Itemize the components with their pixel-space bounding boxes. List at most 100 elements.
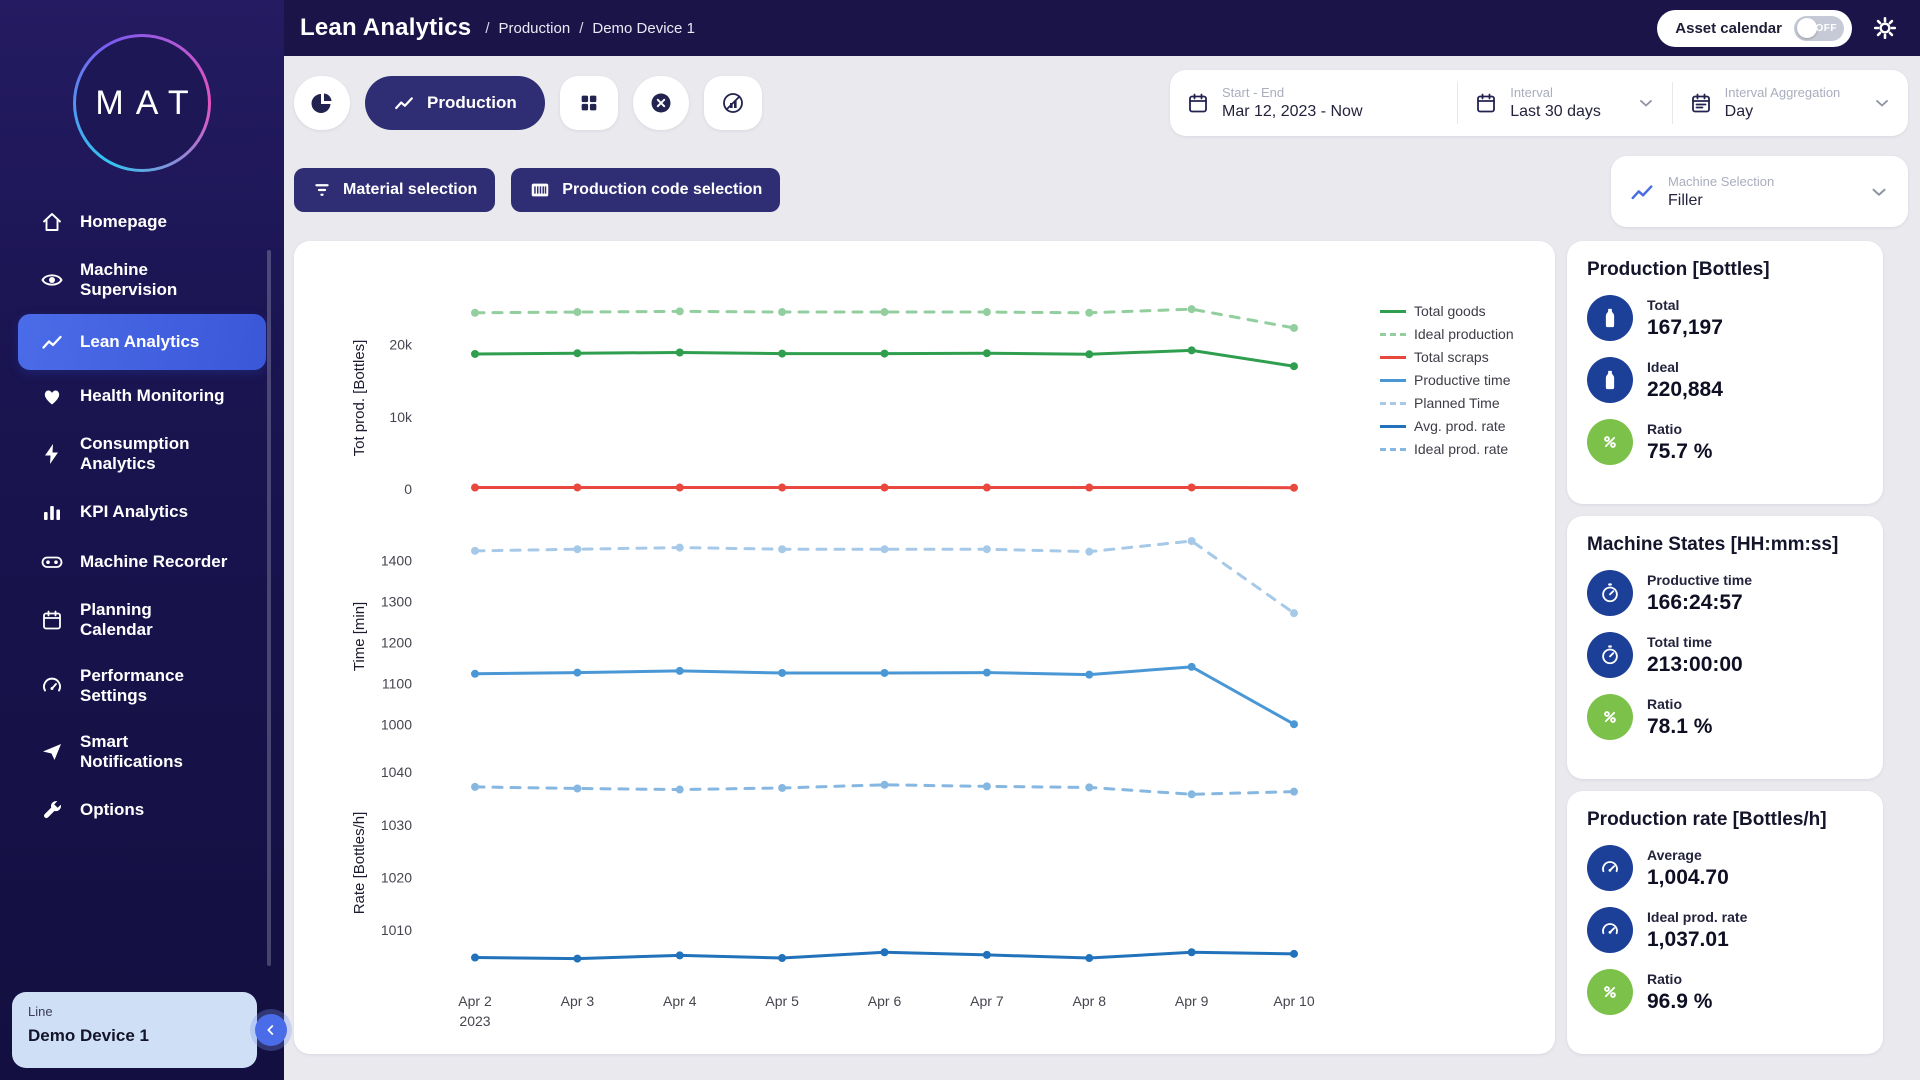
clear-selection-button[interactable] [633, 76, 689, 130]
legend-label: Planned Time [1414, 395, 1500, 411]
x-circle-icon [649, 91, 673, 115]
main-area: Lean Analytics / Production / Demo Devic… [284, 0, 1920, 1080]
svg-text:Apr 10: Apr 10 [1273, 993, 1314, 1009]
grid-view-button[interactable] [560, 76, 618, 130]
svg-text:Apr 2: Apr 2 [458, 993, 492, 1009]
calendar-icon [40, 608, 64, 632]
svg-text:10k: 10k [389, 409, 413, 425]
legend-swatch [1380, 448, 1406, 451]
svg-text:1010: 1010 [381, 922, 412, 938]
legend-label: Ideal prod. rate [1414, 441, 1508, 457]
calendar-lines-icon [1689, 91, 1713, 115]
chart-card: 010k20kTot prod. [Bottles]10001100120013… [294, 241, 1555, 1054]
bottle-icon [1587, 357, 1633, 403]
svg-text:1400: 1400 [381, 553, 412, 569]
crossed-chart-icon [721, 91, 745, 115]
legend-label: Productive time [1414, 372, 1510, 388]
toolbar-row-2: Material selection Production code selec… [294, 156, 1908, 227]
material-selection-button[interactable]: Material selection [294, 168, 495, 212]
svg-text:1300: 1300 [381, 594, 412, 610]
pie-chart-button[interactable] [294, 76, 350, 130]
sidebar-item-kpi-analytics[interactable]: KPI Analytics [18, 488, 266, 536]
aggregation-field[interactable]: Interval Aggregation Day [1673, 70, 1908, 136]
toggle-switch[interactable]: OFF [1794, 16, 1844, 41]
svg-text:2023: 2023 [459, 1013, 490, 1029]
legend-label: Avg. prod. rate [1414, 418, 1506, 434]
breadcrumb-production[interactable]: Production [498, 20, 570, 37]
svg-text:Rate [Bottles/h]: Rate [Bottles/h] [351, 812, 368, 915]
toolbar-row-1: Production Sta [294, 70, 1908, 136]
breadcrumb-separator: / [485, 20, 489, 37]
sidebar-nav: Homepage Machine Supervision Lean Analyt… [0, 198, 284, 834]
legend-item[interactable]: Avg. prod. rate [1380, 418, 1514, 434]
sidebar-item-consumption-analytics[interactable]: Consumption Analytics [18, 422, 266, 486]
device-panel: Line Demo Device 1 [12, 992, 257, 1068]
stats-column: Production [Bottles] Total167,197 Ideal2… [1567, 241, 1883, 1054]
sidebar-item-options[interactable]: Options [18, 786, 266, 834]
production-code-selection-button[interactable]: Production code selection [511, 168, 780, 212]
heart-icon [40, 384, 64, 408]
production-stats-card: Production [Bottles] Total167,197 Ideal2… [1567, 241, 1883, 504]
legend-item[interactable]: Planned Time [1380, 395, 1514, 411]
percent-icon [1587, 419, 1633, 465]
date-range-value: Mar 12, 2023 - Now [1222, 103, 1363, 121]
legend-item[interactable]: Total scraps [1380, 349, 1514, 365]
sidebar-item-smart-notifications[interactable]: Smart Notifications [18, 720, 266, 784]
legend-swatch [1380, 310, 1406, 313]
asset-calendar-toggle[interactable]: Asset calendar OFF [1657, 10, 1852, 47]
stat-row: Ratio75.7 % [1587, 419, 1863, 465]
machine-selection-field[interactable]: Machine Selection Filler [1611, 156, 1908, 227]
bottle-icon [1587, 295, 1633, 341]
sidebar-item-machine-recorder[interactable]: Machine Recorder [18, 538, 266, 586]
legend-label: Ideal production [1414, 326, 1514, 342]
bar-chart-icon [40, 500, 64, 524]
view-buttons: Production [294, 76, 762, 130]
line-chart-icon [393, 92, 415, 114]
breadcrumb-separator: / [579, 20, 583, 37]
legend-swatch [1380, 333, 1406, 336]
legend-item[interactable]: Productive time [1380, 372, 1514, 388]
machine-selection-label: Machine Selection [1668, 174, 1774, 189]
svg-text:Apr 4: Apr 4 [663, 993, 697, 1009]
sidebar-item-health-monitoring[interactable]: Health Monitoring [18, 372, 266, 420]
stat-row: Ratio96.9 % [1587, 969, 1863, 1015]
legend-item[interactable]: Total goods [1380, 303, 1514, 319]
material-selection-label: Material selection [343, 181, 477, 199]
svg-text:Apr 8: Apr 8 [1073, 993, 1107, 1009]
production-tab-button[interactable]: Production [365, 76, 545, 130]
sidebar-item-performance-settings[interactable]: Performance Settings [18, 654, 266, 718]
date-range-field[interactable]: Start - End Mar 12, 2023 - Now [1170, 70, 1457, 136]
svg-text:1020: 1020 [381, 869, 412, 885]
date-range-label: Start - End [1222, 85, 1363, 100]
legend-item[interactable]: Ideal prod. rate [1380, 441, 1514, 457]
breadcrumb-device[interactable]: Demo Device 1 [592, 20, 695, 37]
svg-text:1040: 1040 [381, 764, 412, 780]
filters-card: Start - End Mar 12, 2023 - Now Interval … [1170, 70, 1908, 136]
chevron-down-icon [1872, 93, 1892, 113]
card-title: Production rate [Bottles/h] [1587, 809, 1863, 831]
sidebar-collapse-button[interactable] [255, 1014, 287, 1046]
svg-text:Apr 3: Apr 3 [561, 993, 595, 1009]
toggle-knob [1797, 18, 1817, 38]
sidebar-item-planning-calendar[interactable]: Planning Calendar [18, 588, 266, 652]
sidebar-item-homepage[interactable]: Homepage [18, 198, 266, 246]
sidebar-item-lean-analytics[interactable]: Lean Analytics [18, 314, 266, 370]
legend-swatch [1380, 425, 1406, 428]
legend-swatch [1380, 379, 1406, 382]
svg-text:1030: 1030 [381, 817, 412, 833]
legend-item[interactable]: Ideal production [1380, 326, 1514, 342]
sidebar-scrollbar[interactable] [267, 250, 271, 966]
stat-row: Productive time166:24:57 [1587, 570, 1863, 616]
chart-legend: Total goods Ideal production Total scraps P… [1380, 303, 1514, 457]
card-title: Machine States [HH:mm:ss] [1587, 534, 1863, 556]
settings-gear-icon[interactable] [1872, 15, 1898, 41]
line-chart-icon [40, 330, 64, 354]
chevron-down-icon [1868, 181, 1890, 203]
percent-icon [1587, 694, 1633, 740]
interval-field[interactable]: Interval Last 30 days [1458, 70, 1671, 136]
crossed-chart-button[interactable] [704, 76, 762, 130]
filter-icon [312, 180, 332, 200]
production-rate-card: Production rate [Bottles/h] Average1,004… [1567, 791, 1883, 1054]
gauge-icon [40, 674, 64, 698]
sidebar-item-machine-supervision[interactable]: Machine Supervision [18, 248, 266, 312]
